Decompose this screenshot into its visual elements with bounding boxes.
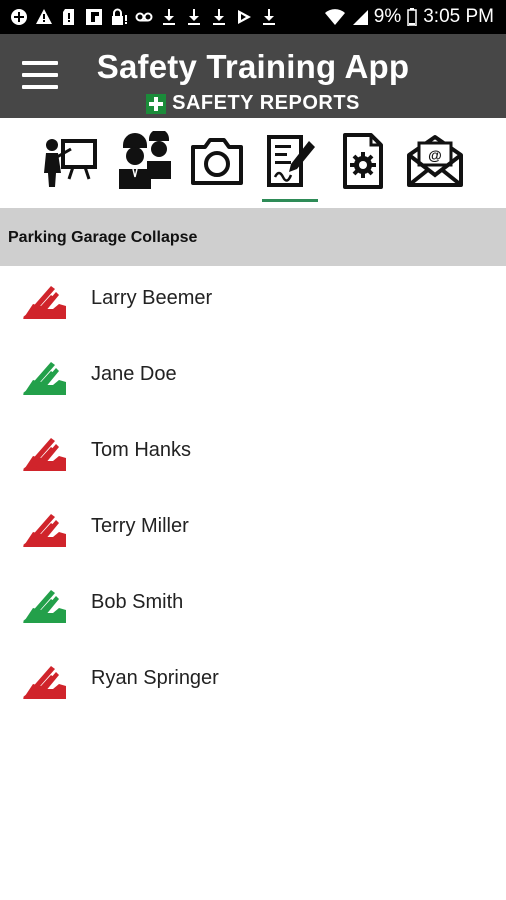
download-icon [160,8,178,26]
unsigned-hand-icon [23,666,66,699]
attendee-row[interactable]: Tom Hanks [0,418,506,494]
signed-hand-icon [23,590,66,623]
signed-hand-icon [23,362,66,395]
settings-document-icon[interactable] [332,130,394,192]
play-store-icon [235,8,253,26]
email-icon[interactable]: @ [404,130,466,192]
camera-icon[interactable] [186,130,248,192]
warning-icon [35,8,53,26]
download-icon [260,8,278,26]
trainer-presentation-icon[interactable] [38,130,100,192]
attendee-name: Larry Beemer [91,287,213,309]
lock-warning-icon [110,8,128,26]
signal-icon [352,9,368,25]
app-title: Safety Training App [96,48,410,85]
sd-card-alert-icon [60,8,78,26]
section-header: Parking Garage Collapse [0,210,506,266]
unsigned-hand-icon [23,438,66,471]
add-circle-icon [10,8,28,26]
workers-group-icon[interactable] [112,130,174,192]
attendee-row[interactable]: Bob Smith [0,570,506,646]
attendee-row[interactable]: Jane Doe [0,342,506,418]
attendee-name: Bob Smith [91,591,184,613]
svg-text:@: @ [428,147,442,163]
feature-toolbar: @ [0,118,506,210]
system-status: 9% 3:05 PM [324,6,506,28]
brand-logo: SAFETY REPORTS [0,92,506,115]
sign-document-icon[interactable] [260,130,322,202]
training-title: Parking Garage Collapse [8,229,198,246]
download-icon [185,8,203,26]
brand-text: SAFETY REPORTS [172,92,360,114]
flipboard-icon [85,8,103,26]
status-bar: 9% 3:05 PM [0,0,506,34]
medical-cross-icon [146,93,167,114]
unsigned-hand-icon [23,514,66,547]
attendee-name: Terry Miller [91,515,189,537]
attendee-name: Jane Doe [91,363,177,385]
attendee-name: Tom Hanks [91,439,192,461]
unsigned-hand-icon [23,286,66,319]
battery-percent: 9% [373,6,402,27]
clock: 3:05 PM [423,6,494,27]
attendee-row[interactable]: Ryan Springer [0,646,506,722]
download-icon [210,8,228,26]
wifi-icon [324,8,346,26]
attendee-name: Ryan Springer [91,667,219,689]
notification-icons [0,8,278,26]
app-bar: Safety Training App SAFETY REPORTS [0,34,506,118]
attendee-list: Larry Beemer Jane Doe Tom Hanks Terry Mi… [0,266,506,722]
attendee-row[interactable]: Terry Miller [0,494,506,570]
voicemail-icon [135,8,153,26]
battery-icon [407,8,417,26]
attendee-row[interactable]: Larry Beemer [0,266,506,342]
